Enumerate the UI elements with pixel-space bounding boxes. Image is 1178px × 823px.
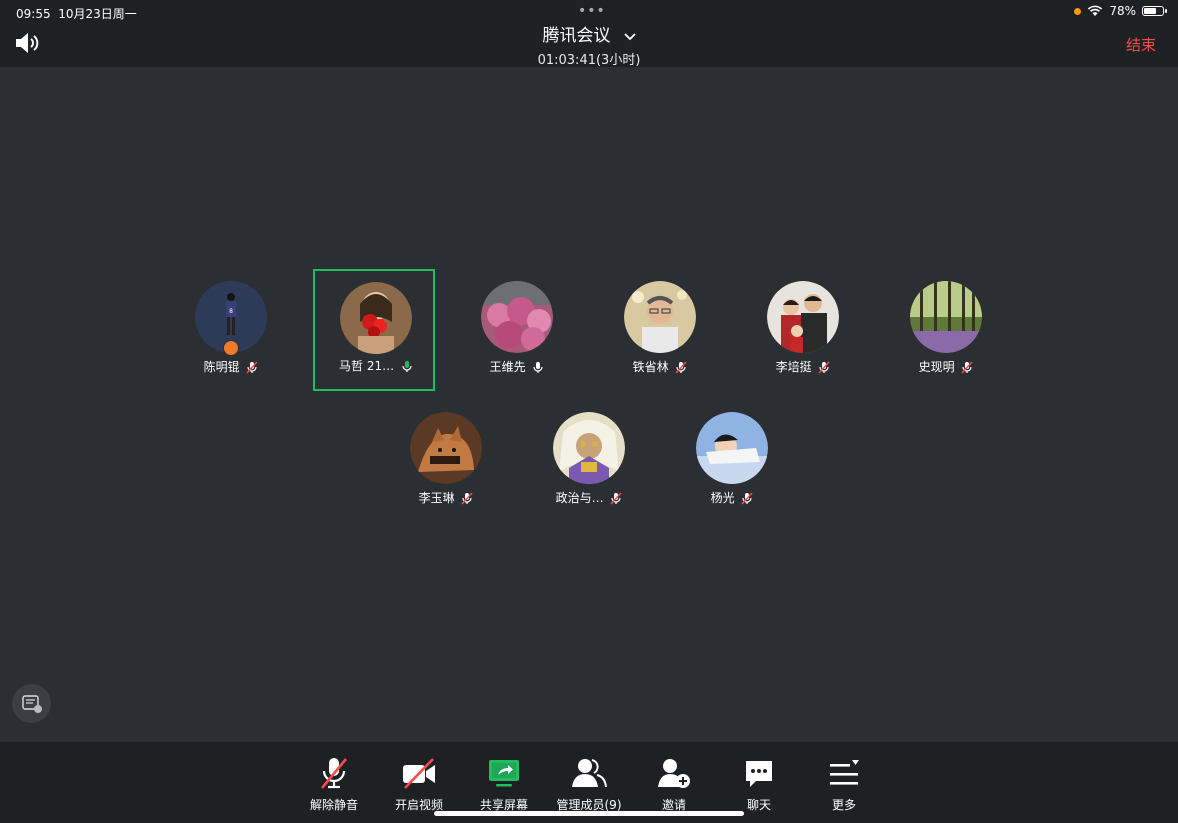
- mic-on-icon: [533, 362, 544, 373]
- participant-name-row: 史现明: [885, 358, 1007, 375]
- participant-name: 李培挺: [775, 360, 812, 374]
- chevron-down-icon[interactable]: [623, 32, 636, 41]
- participant-name: 王维先: [489, 360, 526, 374]
- mic-muted-icon: [818, 361, 830, 374]
- participant-name-row: 王维先: [456, 358, 578, 375]
- mic-muted-icon: [246, 361, 258, 374]
- invite-button[interactable]: 邀请: [634, 756, 714, 813]
- date: 10月23日周一: [58, 7, 137, 21]
- participant-tile[interactable]: 政治与…: [528, 401, 650, 523]
- mic-off-icon: [320, 758, 348, 789]
- participant-name: 杨光: [710, 491, 735, 505]
- participant-name: 马哲 21…: [339, 359, 395, 373]
- participant-tile[interactable]: 李培挺: [742, 270, 864, 392]
- more-label: 更多: [831, 798, 856, 812]
- meeting-title-row[interactable]: 腾讯会议: [0, 21, 1178, 46]
- manage-members-button[interactable]: 管理成员(9): [549, 756, 629, 813]
- participant-tile[interactable]: 杨光: [671, 401, 793, 523]
- mic-muted-icon: [961, 361, 973, 374]
- share-screen-icon: [489, 760, 519, 787]
- participant-name-row: 李玉琳: [385, 489, 507, 506]
- menu-more-icon: [830, 760, 859, 785]
- participant-tile-active[interactable]: 马哲 21…: [313, 269, 435, 391]
- home-indicator[interactable]: [434, 811, 744, 816]
- mic-muted-icon: [675, 361, 687, 374]
- mic-muted-icon: [610, 492, 622, 505]
- members-icon: [572, 759, 607, 788]
- mic-muted-icon: [461, 492, 473, 505]
- meeting-duration: 01:03:41(3小时): [537, 53, 641, 68]
- participant-name: 铁省林: [632, 360, 669, 374]
- participant-name: 政治与…: [555, 491, 604, 505]
- participant-tile[interactable]: 李玉琳: [385, 401, 507, 523]
- avatar: [410, 412, 482, 484]
- participant-name-row: 杨光: [671, 489, 793, 506]
- meeting-header: 腾讯会议 01:03:41(3小时): [0, 21, 1178, 68]
- avatar: [696, 412, 768, 484]
- video-off-icon: [403, 758, 435, 789]
- svg-text:8: 8: [229, 308, 233, 315]
- avatar: [481, 281, 553, 353]
- add-person-icon: [658, 759, 690, 788]
- avatar: [767, 281, 839, 353]
- multitask-dots-icon[interactable]: •••: [578, 4, 606, 18]
- participant-name: 史现明: [918, 360, 955, 374]
- meeting-title: 腾讯会议: [542, 26, 611, 46]
- participant-tile[interactable]: 8 陈明锟: [170, 270, 292, 392]
- more-button[interactable]: 更多: [804, 756, 884, 813]
- chat-bubble-icon: [746, 761, 772, 787]
- avatar: [624, 281, 696, 353]
- participant-tile[interactable]: 史现明: [885, 270, 1007, 392]
- unmute-label: 解除静音: [309, 798, 358, 812]
- start-video-button[interactable]: 开启视频: [379, 756, 459, 813]
- chat-button[interactable]: 聊天: [719, 756, 799, 813]
- participant-name-row: 陈明锟: [170, 358, 292, 375]
- end-meeting-button[interactable]: 结束: [1126, 34, 1156, 55]
- participant-name-row: 李培挺: [742, 358, 864, 375]
- clock: 09:55: [16, 7, 51, 21]
- battery-fill: [1144, 8, 1157, 14]
- unmute-button[interactable]: 解除静音: [294, 756, 374, 813]
- status-time: 09:55 10月23日周一: [16, 5, 137, 22]
- avatar: [553, 412, 625, 484]
- message-icon: [22, 695, 42, 713]
- avatar: [340, 282, 412, 354]
- participant-name: 陈明锟: [203, 360, 240, 374]
- status-right: 78%: [1074, 4, 1167, 18]
- avatar: [910, 281, 982, 353]
- participant-name-row: 政治与…: [528, 489, 650, 506]
- battery-icon: [1142, 6, 1167, 16]
- participant-name-row: 马哲 21…: [315, 357, 437, 374]
- participant-tile[interactable]: 铁省林: [599, 270, 721, 392]
- participant-tile[interactable]: 王维先: [456, 270, 578, 392]
- wifi-icon: [1088, 5, 1103, 16]
- mic-in-use-indicator-icon: [1074, 7, 1082, 15]
- participant-name: 李玉琳: [418, 491, 455, 505]
- host-badge-icon: [223, 340, 239, 356]
- top-bar: 09:55 10月23日周一 ••• 78% 腾讯会议 01:03:41(3小时…: [0, 0, 1178, 68]
- floating-message-button[interactable]: [12, 684, 51, 723]
- participant-name-row: 铁省林: [599, 358, 721, 375]
- share-screen-button[interactable]: 共享屏幕: [464, 756, 544, 813]
- mic-speaking-icon: [402, 361, 412, 372]
- battery-percent: 78%: [1109, 4, 1136, 18]
- mic-muted-icon: [741, 492, 753, 505]
